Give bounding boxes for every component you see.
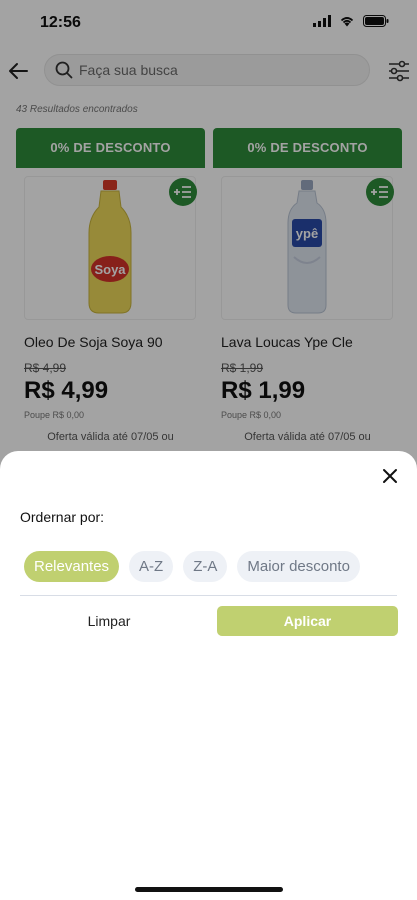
sort-bottom-sheet: Ordernar por: Relevantes A-Z Z-A Maior d… [0,451,417,900]
sort-title: Ordernar por: [20,509,105,525]
sort-option-maior-desconto[interactable]: Maior desconto [237,551,360,582]
close-icon [383,469,397,483]
sort-option-z-a[interactable]: Z-A [183,551,228,582]
divider [20,595,397,596]
sort-option-a-z[interactable]: A-Z [129,551,174,582]
apply-button[interactable]: Aplicar [217,606,398,636]
close-button[interactable] [377,463,403,489]
home-indicator[interactable] [135,887,283,892]
sort-options: Relevantes A-Z Z-A Maior desconto [24,551,360,582]
clear-button[interactable]: Limpar [24,606,194,636]
sort-option-relevantes[interactable]: Relevantes [24,551,120,582]
